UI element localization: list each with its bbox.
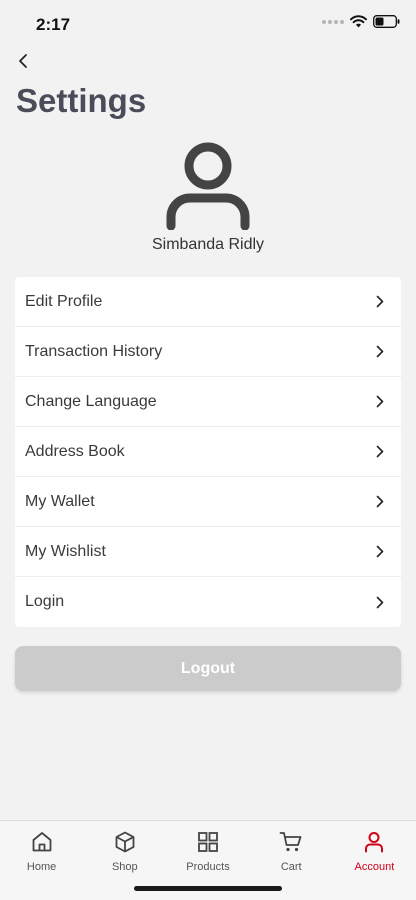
tab-home[interactable]: Home [0, 821, 83, 900]
tab-label: Account [354, 861, 395, 873]
chevron-right-icon [373, 345, 387, 359]
chevron-right-icon [373, 395, 387, 409]
menu-item-my-wishlist[interactable]: My Wishlist [15, 527, 401, 577]
box-icon [115, 831, 135, 853]
chevron-right-icon [373, 495, 387, 509]
tab-label: Products [186, 861, 230, 873]
grid-icon [198, 832, 218, 852]
battery-icon [373, 15, 400, 28]
tab-account[interactable]: Account [333, 821, 416, 900]
signal-icon [322, 19, 344, 24]
menu-item-address-book[interactable]: Address Book [15, 427, 401, 477]
status-time: 2:17 [36, 15, 71, 34]
avatar-user-icon [166, 142, 250, 230]
menu-item-label: Change Language [25, 392, 157, 410]
menu-item-login[interactable]: Login [15, 577, 401, 627]
home-icon [32, 832, 51, 852]
menu-item-label: Address Book [25, 442, 125, 460]
tab-label: Shop [111, 861, 138, 873]
home-indicator [134, 886, 282, 891]
page-title: Settings [16, 82, 147, 119]
wifi-icon [350, 15, 367, 28]
chevron-left-icon [19, 54, 27, 68]
chevron-right-icon [373, 595, 387, 609]
menu-item-my-wallet[interactable]: My Wallet [15, 477, 401, 527]
user-icon [365, 832, 384, 853]
tab-label: Cart [280, 861, 302, 873]
menu-item-label: My Wallet [25, 492, 95, 510]
profile-name: Simbanda Ridly [151, 236, 265, 253]
back-button[interactable] [12, 50, 34, 72]
chevron-right-icon [373, 445, 387, 459]
menu-item-transaction-history[interactable]: Transaction History [15, 327, 401, 377]
cart-icon [279, 832, 302, 852]
chevron-right-icon [373, 295, 387, 309]
menu-item-label: Transaction History [25, 342, 163, 360]
settings-menu: Edit Profile Transaction History Change … [15, 277, 401, 627]
menu-item-edit-profile[interactable]: Edit Profile [15, 277, 401, 327]
logout-button[interactable]: Logout [15, 646, 401, 691]
status-icons [322, 15, 400, 28]
menu-item-label: Login [25, 593, 65, 610]
status-bar: 2:17 [0, 0, 416, 48]
tab-label: Home [26, 861, 57, 873]
menu-item-label: Edit Profile [25, 292, 103, 310]
menu-item-change-language[interactable]: Change Language [15, 377, 401, 427]
menu-item-label: My Wishlist [25, 542, 106, 560]
chevron-right-icon [373, 545, 387, 559]
